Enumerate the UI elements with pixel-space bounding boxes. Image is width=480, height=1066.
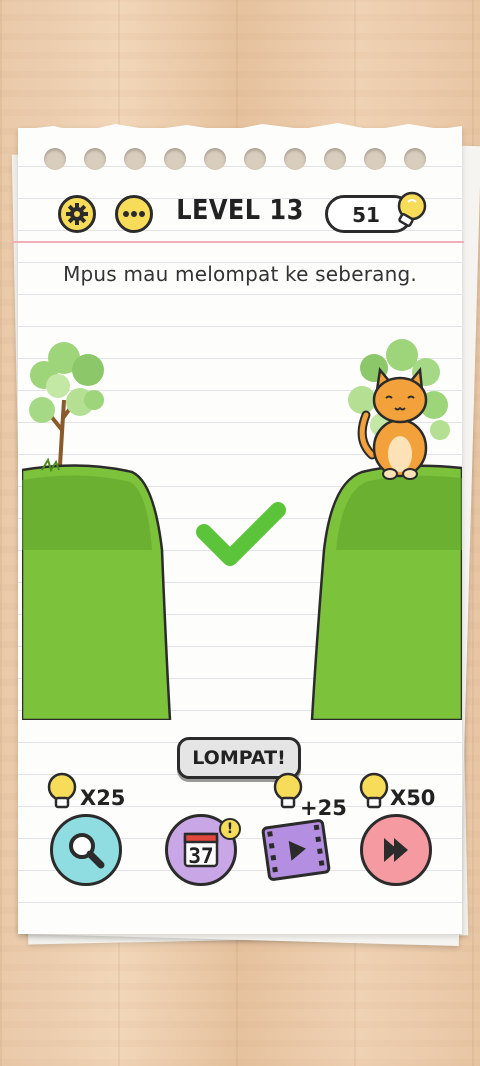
binder-holes [44, 148, 444, 172]
more-button[interactable] [115, 195, 153, 233]
game-scene [22, 339, 462, 720]
calendar-tool-button[interactable]: 37 ! [165, 814, 243, 892]
hint-count: 51 [352, 203, 380, 227]
notification-badge: ! [219, 818, 241, 840]
lightbulb-icon [397, 191, 427, 227]
video-tool-button[interactable] [260, 814, 338, 892]
skip-forward-icon [384, 838, 408, 862]
more-dots-icon [123, 211, 145, 217]
skip-tool-button[interactable] [360, 814, 438, 892]
question-text: Mpus mau melompat ke seberang. [63, 262, 417, 286]
lightbulb-icon [47, 772, 77, 809]
left-tree [29, 342, 104, 466]
lightbulb-icon [359, 772, 389, 809]
gear-icon [66, 203, 88, 225]
calendar-day: 37 [188, 844, 214, 868]
search-tool-button[interactable] [50, 814, 128, 892]
search-cost: X25 [80, 786, 126, 810]
skip-cost: X50 [390, 786, 436, 810]
magnifier-icon [69, 833, 105, 869]
level-title: LEVEL 13 [176, 193, 304, 226]
checkmark-icon [196, 502, 286, 566]
settings-button[interactable] [58, 195, 96, 233]
header-divider [12, 241, 464, 243]
video-play-icon [261, 819, 331, 881]
